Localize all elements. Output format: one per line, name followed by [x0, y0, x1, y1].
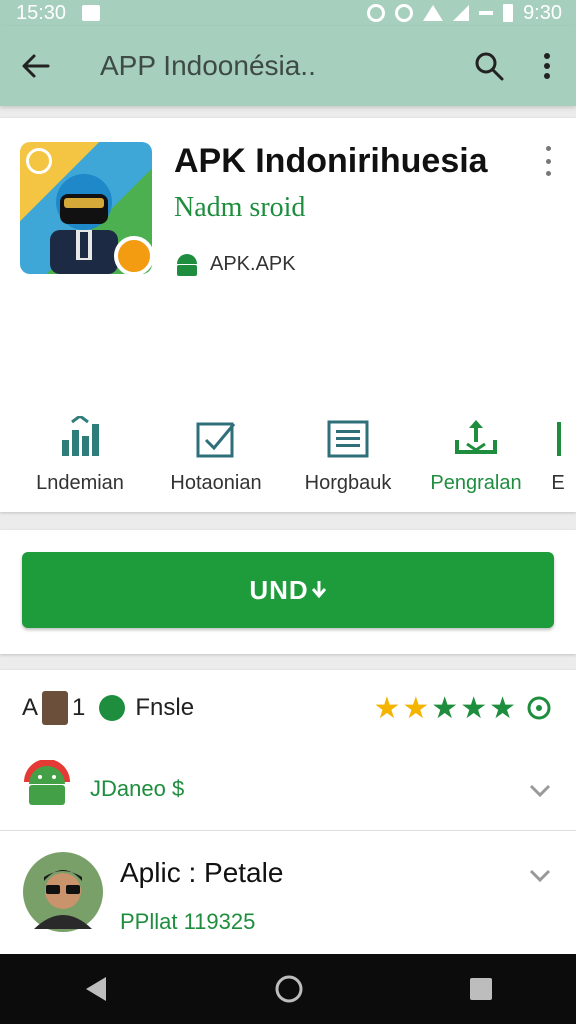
app-bar: APP Indoonésia..	[0, 26, 576, 106]
app-meta-label: APK.APK	[210, 252, 296, 275]
bar-icon	[557, 422, 561, 456]
rating-number: 1	[72, 694, 86, 721]
rating-label: Fnsle	[135, 694, 195, 721]
recents-nav-icon[interactable]	[468, 976, 494, 1002]
more-options-button[interactable]	[518, 26, 576, 106]
list-item-title: Aplic : Petale	[120, 857, 284, 888]
feature-item[interactable]: Horgbauk	[278, 414, 418, 495]
arrow-left-icon	[22, 54, 50, 78]
feature-label: E	[551, 472, 565, 494]
chevron-down-icon	[529, 869, 551, 883]
star-icon: ★	[431, 691, 459, 725]
list-item[interactable]: Aplic : Petale PPllat 119325	[0, 830, 576, 960]
home-nav-icon[interactable]	[274, 974, 304, 1004]
feature-item[interactable]: Lndemian	[10, 414, 150, 495]
battery-icon	[503, 4, 514, 22]
app-title: APK Indonirihuesia	[174, 142, 488, 180]
avatar	[23, 852, 103, 932]
mini-avatar	[42, 691, 69, 725]
signal-icon	[453, 5, 470, 21]
chevron-down-icon	[529, 784, 551, 798]
star-rating[interactable]: ★ ★ ★ ★ ★	[373, 691, 552, 726]
chart-icon	[62, 416, 99, 456]
back-button[interactable]	[0, 26, 72, 106]
app-bar-title: APP Indoonésia..	[100, 50, 316, 81]
wifi-icon	[423, 5, 444, 21]
star-icon: ★	[373, 691, 401, 725]
list-item[interactable]: JDaneo $	[0, 750, 576, 830]
status-time: 15:30	[16, 1, 67, 24]
back-nav-icon[interactable]	[82, 975, 110, 1003]
dot	[545, 171, 551, 176]
status-clock: 9:30	[523, 1, 562, 24]
feature-item[interactable]: E	[488, 414, 576, 495]
developer-link[interactable]: Nadm sroid	[174, 192, 305, 224]
install-card: UND	[0, 530, 576, 654]
rating-prefix: A	[22, 694, 39, 721]
app-overflow-button[interactable]	[542, 146, 554, 176]
system-nav-bar	[0, 954, 576, 1024]
search-button[interactable]	[460, 26, 518, 106]
download-arrow-icon	[311, 581, 326, 599]
star-icon: ★	[402, 691, 430, 725]
feature-label: Lndemian	[36, 472, 124, 494]
dnd-icon	[479, 11, 494, 15]
dot	[545, 158, 551, 164]
details-card: A 1 Fnsle ★ ★ ★ ★ ★ JDaneo $ Aplic: Pet…	[0, 670, 576, 960]
star-icon: ★	[489, 691, 516, 725]
app-info-card: APK Indonirihuesia Nadm sroid APK.APK Ln…	[0, 118, 576, 512]
star-icon: ★	[460, 691, 488, 725]
list-item-subtitle: PPllat 119325	[120, 909, 256, 934]
feature-label: Horgbauk	[304, 472, 392, 494]
settings-badge-icon	[527, 696, 551, 720]
alarm-icon	[395, 4, 414, 22]
android-icon	[24, 760, 70, 805]
update-badge-icon	[114, 236, 152, 274]
status-bar: 15:30 9:30	[0, 0, 576, 26]
android-icon	[177, 254, 197, 276]
more-vert-icon	[544, 53, 550, 79]
feature-row: Lndemian Hotaonian Horgbauk Pengralan E	[0, 414, 576, 504]
feature-label: Hotaonian	[170, 472, 262, 494]
dot	[545, 146, 551, 151]
checkbox-icon	[196, 422, 236, 458]
search-icon	[475, 52, 504, 81]
app-icon[interactable]	[20, 142, 152, 274]
notification-icon	[82, 5, 101, 21]
feature-item[interactable]: Hotaonian	[146, 414, 286, 495]
install-button-label: UND	[249, 574, 309, 605]
info-dot-icon	[99, 695, 126, 721]
list-item-text: JDaneo $	[90, 776, 185, 801]
sync-icon	[367, 4, 386, 22]
rating-row: A 1 Fnsle ★ ★ ★ ★ ★	[22, 686, 552, 730]
install-button[interactable]: UND	[22, 552, 554, 628]
document-icon	[327, 420, 369, 458]
badge-icon	[26, 148, 52, 174]
app-meta: APK.APK	[174, 252, 296, 276]
